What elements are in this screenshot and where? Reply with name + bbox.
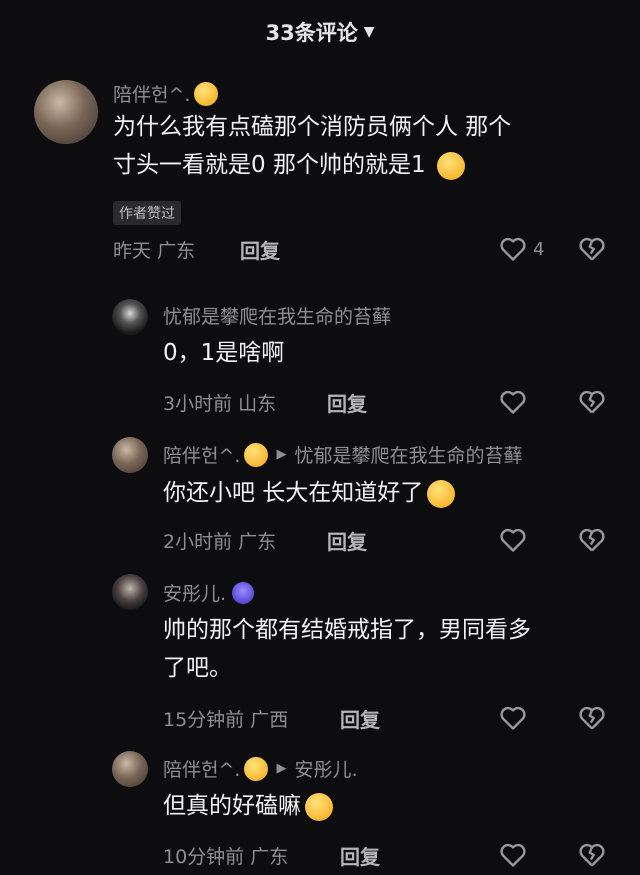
comment-author[interactable]: 陪伴헌^. ▶ 忧郁是攀爬在我生命的苔藓 [163,441,522,468]
play-arrow-icon: ▶ [276,761,287,776]
comment-meta: 昨天 广东 [113,240,196,262]
like-button[interactable] [499,842,527,868]
comment-text: 帅的那个都有结婚戒指了，男同看多 了吧。 [163,617,531,681]
like-button[interactable]: 4 [499,236,544,262]
reply-button[interactable]: 回复 [240,235,280,264]
like-count: 4 [533,238,545,260]
comment-author[interactable]: 陪伴헌^. [113,80,219,107]
like-button[interactable] [499,389,527,415]
reply-button[interactable]: 回复 [327,526,367,555]
broken-heart-icon [579,528,605,552]
heart-outline-icon [500,528,526,552]
triangle-down-icon[interactable]: ▼ [364,24,375,40]
hand-over-mouth-emoji-icon [436,151,465,180]
comment-author[interactable]: 安彤儿. [163,579,255,606]
heart-outline-icon [500,237,526,261]
verified-badge-icon [232,581,255,604]
reply-button[interactable]: 回复 [327,388,367,417]
like-button[interactable] [499,705,527,731]
like-button[interactable] [499,527,527,553]
dislike-button[interactable] [578,842,606,868]
comment-meta: 2小时前 广东 [163,531,277,553]
reply-button[interactable]: 回复 [340,704,380,733]
kissing-face-emoji-icon [194,81,219,106]
comment-meta: 15分钟前 广西 [163,709,289,731]
broken-heart-icon [579,706,605,730]
heart-outline-icon [500,390,526,414]
dislike-button[interactable] [578,705,606,731]
avatar[interactable] [34,80,98,144]
avatar[interactable] [112,299,148,335]
flushed-face-emoji-icon [305,792,333,821]
dislike-button[interactable] [578,389,606,415]
heart-outline-icon [500,843,526,867]
comment-text: 但真的好磕嘛 [163,787,333,825]
reply-to-name[interactable]: 忧郁是攀爬在我生命的苔藓 [294,441,522,468]
comment-count-title: 33条评论 [265,21,358,45]
avatar[interactable] [112,574,148,610]
play-arrow-icon: ▶ [276,447,287,462]
reply-button[interactable]: 回复 [340,841,380,870]
hand-over-mouth-emoji-icon [427,479,456,508]
broken-heart-icon [579,237,605,261]
comment-text: 你还小吧 长大在知道好了 [163,474,456,512]
broken-heart-icon [579,843,605,867]
comment-meta: 3小时前 山东 [163,393,277,415]
avatar[interactable] [112,437,148,473]
author-liked-tag: 作者赞过 [113,201,181,225]
comment-meta: 10分钟前 广东 [163,846,289,868]
comment-text: 0，1是啥啊 [163,340,285,366]
comment-author[interactable]: 陪伴헌^. ▶ 安彤儿. [163,755,358,782]
heart-outline-icon [500,706,526,730]
avatar[interactable] [112,751,148,787]
kissing-face-emoji-icon [244,442,269,467]
dislike-button[interactable] [578,236,606,262]
kissing-face-emoji-icon [244,756,269,781]
comment-author[interactable]: 忧郁是攀爬在我生命的苔藓 [163,302,391,329]
broken-heart-icon [579,390,605,414]
comment-text: 为什么我有点磕那个消防员俩个人 那个 寸头一看就是0 那个帅的就是1 [113,114,512,180]
dislike-button[interactable] [578,527,606,553]
reply-to-name[interactable]: 安彤儿. [294,755,357,782]
comments-header[interactable]: 33条评论 ▼ [0,14,640,50]
